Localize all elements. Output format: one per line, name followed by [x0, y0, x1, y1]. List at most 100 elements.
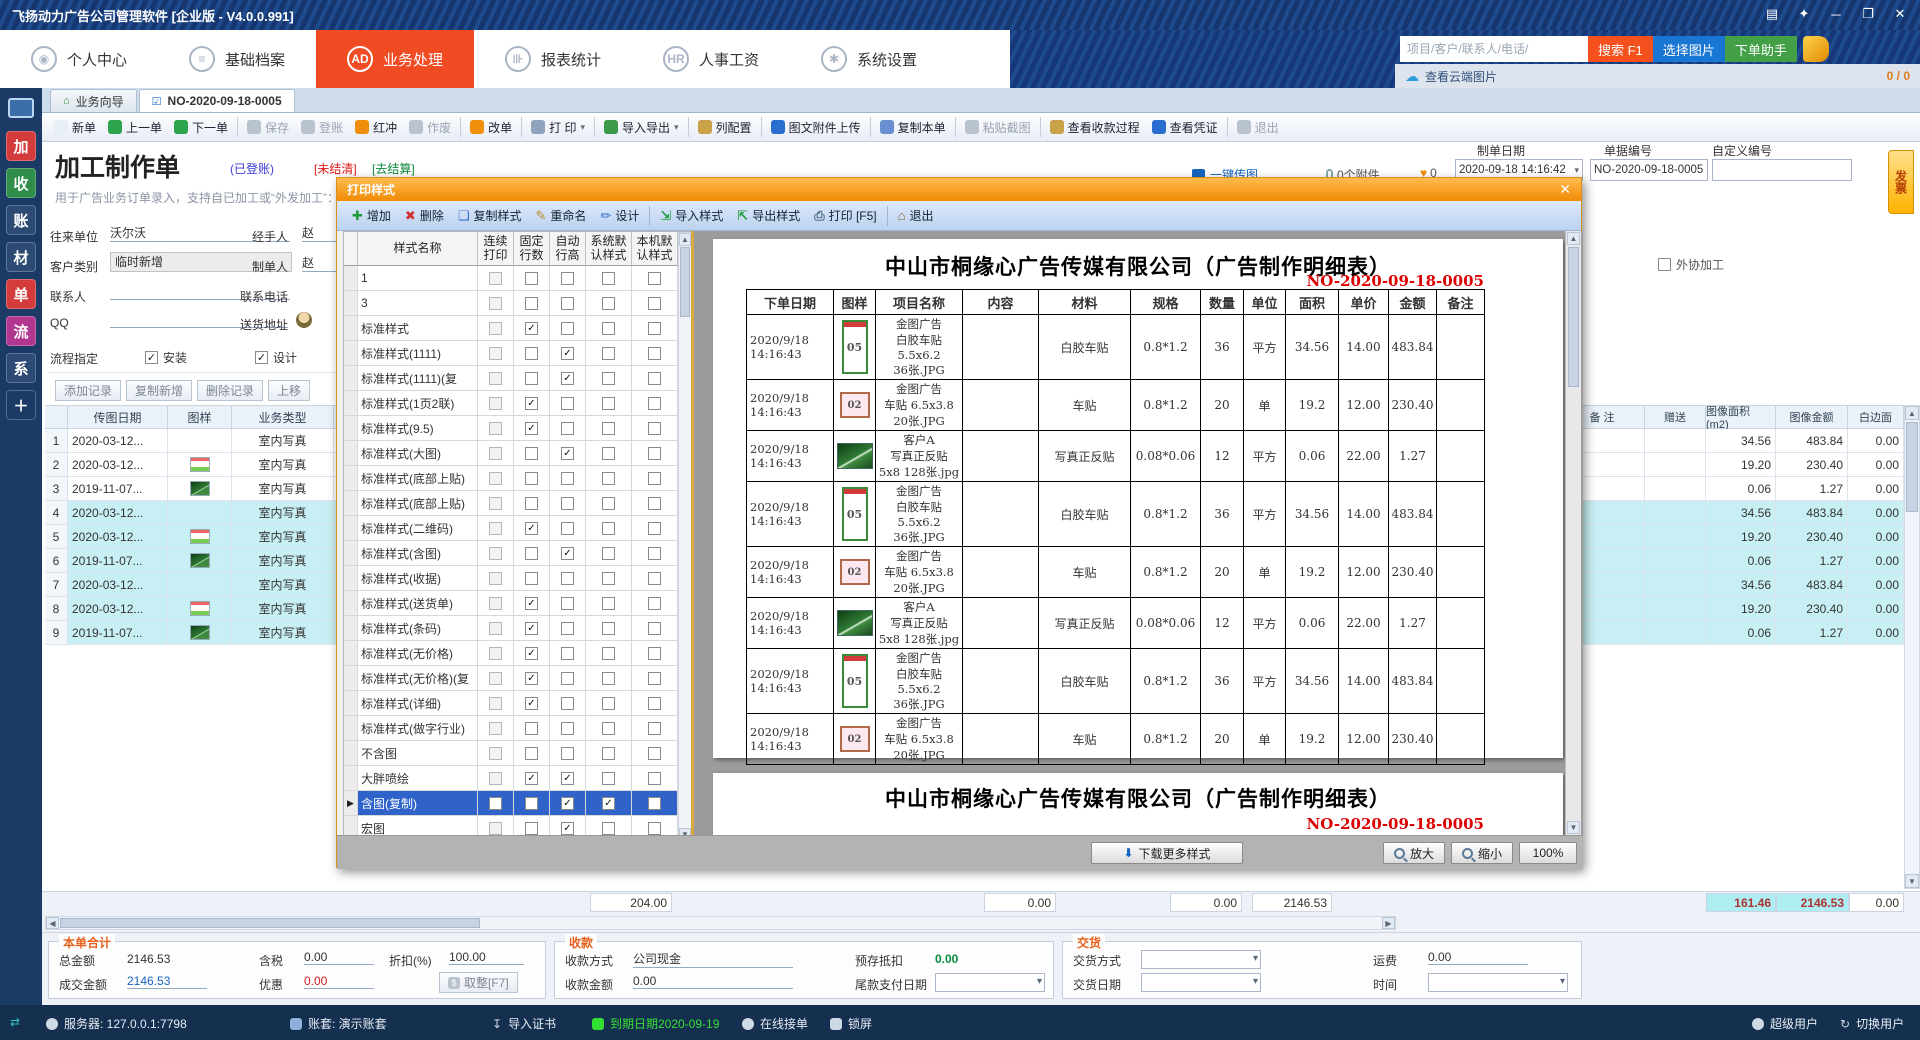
checkbox-cell[interactable] — [550, 291, 586, 316]
style-checkbox[interactable] — [489, 422, 502, 435]
checkbox-cell[interactable] — [550, 391, 586, 416]
checkbox-cell[interactable] — [514, 716, 550, 741]
style-checkbox[interactable]: ✓ — [525, 522, 538, 535]
grid-vscrollbar[interactable]: ▲ ▼ — [1904, 405, 1920, 889]
style-checkbox[interactable] — [648, 772, 661, 785]
checkbox-cell[interactable] — [586, 341, 632, 366]
delivery-date-combo[interactable] — [1141, 973, 1261, 992]
style-checkbox[interactable] — [561, 522, 574, 535]
checkbox-cell[interactable] — [550, 616, 586, 641]
checkbox-cell[interactable]: ✓ — [514, 391, 550, 416]
style-checkbox[interactable] — [602, 772, 615, 785]
minimize-icon[interactable]: ─ — [1824, 3, 1848, 25]
style-row-标准样式(二维码)[interactable]: 标准样式(二维码)✓ — [344, 516, 678, 541]
toolbar-导入导出[interactable]: 导入导出▾ — [598, 115, 685, 139]
checkbox-cell[interactable] — [478, 591, 514, 616]
checkbox-cell[interactable] — [478, 416, 514, 441]
grid-button-上移[interactable]: 上移 — [268, 380, 310, 401]
dialog-toolbar-退出[interactable]: ⌂退出 — [891, 204, 941, 228]
style-checkbox[interactable] — [602, 697, 615, 710]
checkbox-cell[interactable] — [478, 341, 514, 366]
checkbox-cell[interactable] — [550, 741, 586, 766]
toolbar-保存[interactable]: 保存 — [241, 115, 295, 139]
checkbox-cell[interactable] — [478, 466, 514, 491]
checkbox-cell[interactable] — [586, 266, 632, 291]
style-row-标准样式(1111)[interactable]: 标准样式(1111)✓ — [344, 341, 678, 366]
style-checkbox[interactable] — [602, 572, 615, 585]
style-row-标准样式(详细)[interactable]: 标准样式(详细)✓ — [344, 691, 678, 716]
pay-method-field[interactable]: 公司现金 — [633, 950, 793, 968]
style-checkbox[interactable] — [648, 622, 661, 635]
order-no-field[interactable]: NO-2020-09-18-0005 — [1590, 159, 1708, 181]
checkbox-cell[interactable] — [632, 341, 678, 366]
style-row-含图(复制)[interactable]: ▶含图(复制)✓✓ — [344, 791, 678, 816]
style-checkbox[interactable] — [561, 597, 574, 610]
checkbox-cell[interactable] — [550, 316, 586, 341]
style-checkbox[interactable] — [489, 772, 502, 785]
style-checkbox[interactable] — [489, 322, 502, 335]
style-checkbox[interactable]: ✓ — [602, 797, 615, 810]
style-row-标准样式(含图)[interactable]: 标准样式(含图)✓ — [344, 541, 678, 566]
style-checkbox[interactable] — [561, 472, 574, 485]
toolbar-作废[interactable]: 作废 — [403, 115, 457, 139]
style-checkbox[interactable] — [489, 272, 502, 285]
style-row-大胖喷绘[interactable]: 大胖喷绘✓✓ — [344, 766, 678, 791]
checkbox-cell[interactable]: ✓ — [550, 366, 586, 391]
style-checkbox[interactable] — [648, 722, 661, 735]
theme-icon[interactable]: ✦ — [1792, 3, 1816, 25]
toolbar-上一单[interactable]: 上一单 — [102, 115, 168, 139]
style-checkbox[interactable] — [525, 797, 538, 810]
style-checkbox[interactable] — [648, 347, 661, 360]
install-checkbox[interactable]: ✓安装 — [145, 349, 187, 366]
search-input[interactable] — [1400, 36, 1588, 62]
rail-item-单[interactable]: 单 — [6, 279, 36, 309]
checkbox-cell[interactable] — [586, 466, 632, 491]
checkbox-cell[interactable] — [586, 591, 632, 616]
horn-icon[interactable] — [1803, 36, 1829, 62]
checkbox-cell[interactable] — [586, 366, 632, 391]
dialog-toolbar-导入样式[interactable]: ⇲导入样式 — [653, 204, 730, 228]
restore-icon[interactable]: ❐ — [1856, 3, 1880, 25]
checkbox-cell[interactable] — [514, 291, 550, 316]
checkbox-cell[interactable] — [632, 466, 678, 491]
style-checkbox[interactable] — [602, 597, 615, 610]
checkbox-cell[interactable] — [514, 541, 550, 566]
tail-date-combo[interactable] — [935, 973, 1045, 992]
style-checkbox[interactable] — [489, 597, 502, 610]
checkbox-cell[interactable] — [632, 366, 678, 391]
style-checkbox[interactable] — [561, 622, 574, 635]
style-checkbox[interactable] — [602, 672, 615, 685]
style-checkbox[interactable] — [525, 722, 538, 735]
style-checkbox[interactable] — [489, 622, 502, 635]
design-checkbox[interactable]: ✓设计 — [255, 349, 297, 366]
checkbox-cell[interactable] — [586, 766, 632, 791]
checkbox-cell[interactable] — [632, 266, 678, 291]
checkbox-cell[interactable] — [586, 491, 632, 516]
delivery-time-field[interactable] — [1428, 973, 1568, 992]
style-checkbox[interactable] — [602, 447, 615, 460]
checkbox-cell[interactable] — [478, 691, 514, 716]
checkbox-cell[interactable]: ✓ — [514, 641, 550, 666]
style-checkbox[interactable] — [525, 822, 538, 835]
style-checkbox[interactable] — [489, 372, 502, 385]
checkbox-cell[interactable] — [632, 566, 678, 591]
style-checkbox[interactable] — [489, 722, 502, 735]
checkbox-cell[interactable] — [586, 741, 632, 766]
toolbar-查看收款过程[interactable]: 查看收款过程 — [1044, 115, 1146, 139]
checkbox-cell[interactable] — [632, 766, 678, 791]
checkbox-cell[interactable] — [632, 416, 678, 441]
checkbox-cell[interactable] — [478, 266, 514, 291]
checkbox-cell[interactable] — [586, 291, 632, 316]
style-row-标准样式(1页2联)[interactable]: 标准样式(1页2联)✓ — [344, 391, 678, 416]
rail-item-材[interactable]: 材 — [6, 242, 36, 272]
style-checkbox[interactable] — [525, 372, 538, 385]
toolbar-查看凭证[interactable]: 查看凭证 — [1146, 115, 1224, 139]
style-checkbox[interactable] — [561, 647, 574, 660]
style-row-标准样式(收据)[interactable]: 标准样式(收据) — [344, 566, 678, 591]
dialog-toolbar-重命名[interactable]: ✎重命名 — [529, 204, 594, 228]
pane-splitter[interactable] — [691, 231, 694, 835]
checkbox-cell[interactable] — [632, 791, 678, 816]
avatar-icon[interactable] — [296, 312, 312, 328]
grid-button-复制新增[interactable]: 复制新增 — [126, 380, 192, 401]
invoice-tab[interactable]: 发票 — [1888, 150, 1914, 214]
